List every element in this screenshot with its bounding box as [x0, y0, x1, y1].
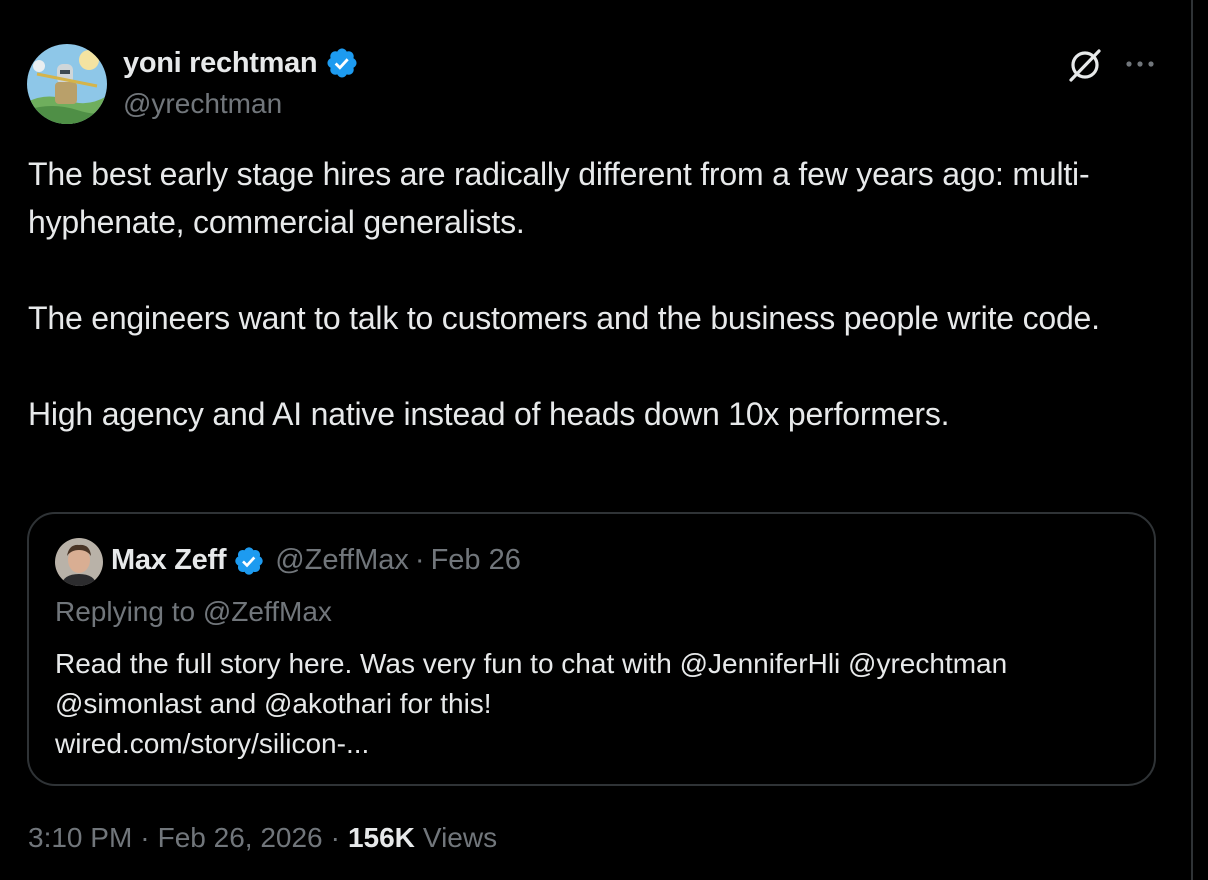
quoted-author-name[interactable]: Max Zeff	[111, 544, 227, 577]
views-label: Views	[422, 822, 498, 853]
tweet-time[interactable]: 3:10 PM	[28, 822, 132, 854]
quoted-tweet-card[interactable]: Max Zeff @ZeffMax · Feb 26 Replying to @…	[27, 512, 1156, 786]
views-count[interactable]: 156K	[348, 822, 415, 854]
verified-badge-icon[interactable]	[325, 46, 359, 80]
grok-icon[interactable]	[1066, 46, 1104, 84]
tweet-paragraph-3: High agency and AI native instead of hea…	[28, 396, 950, 432]
tweet-date[interactable]: Feb 26, 2026	[158, 822, 323, 854]
replying-to: Replying to @ZeffMax	[55, 596, 332, 627]
author-name-text[interactable]: yoni rechtman	[123, 47, 318, 80]
quoted-author-avatar[interactable]	[55, 538, 103, 586]
quoted-author-handle[interactable]: @ZeffMax	[275, 544, 409, 577]
tweet-meta: 3:10 PM · Feb 26, 2026 · 156K Views	[28, 822, 497, 854]
quoted-text-line-1: Read the full story here. Was very fun t…	[55, 648, 1008, 679]
quoted-tweet-header: Max Zeff @ZeffMax · Feb 26	[111, 544, 521, 577]
more-options-icon[interactable]	[1122, 50, 1158, 78]
tweet-paragraph-1: The best early stage hires are radically…	[28, 156, 1090, 240]
tweet-paragraph-2: The engineers want to talk to customers …	[28, 300, 1100, 336]
separator-dot: ·	[414, 544, 425, 576]
tweet-text: The best early stage hires are radically…	[28, 150, 1168, 438]
quoted-text-link[interactable]: wired.com/story/silicon-...	[55, 724, 1135, 764]
quoted-tweet-date[interactable]: Feb 26	[431, 544, 521, 577]
tweet-page: yoni rechtman @yrechtman The best early …	[0, 0, 1208, 880]
column-divider	[1191, 0, 1193, 880]
separator-dot: ·	[140, 822, 150, 853]
author-handle[interactable]: @yrechtman	[123, 88, 282, 120]
quoted-tweet-text: Read the full story here. Was very fun t…	[55, 644, 1135, 764]
author-name[interactable]: yoni rechtman	[123, 46, 359, 80]
separator-dot: ·	[330, 822, 340, 853]
quoted-text-line-2: @simonlast and @akothari for this!	[55, 688, 492, 719]
author-avatar[interactable]	[27, 44, 107, 124]
verified-badge-icon[interactable]	[233, 545, 265, 577]
